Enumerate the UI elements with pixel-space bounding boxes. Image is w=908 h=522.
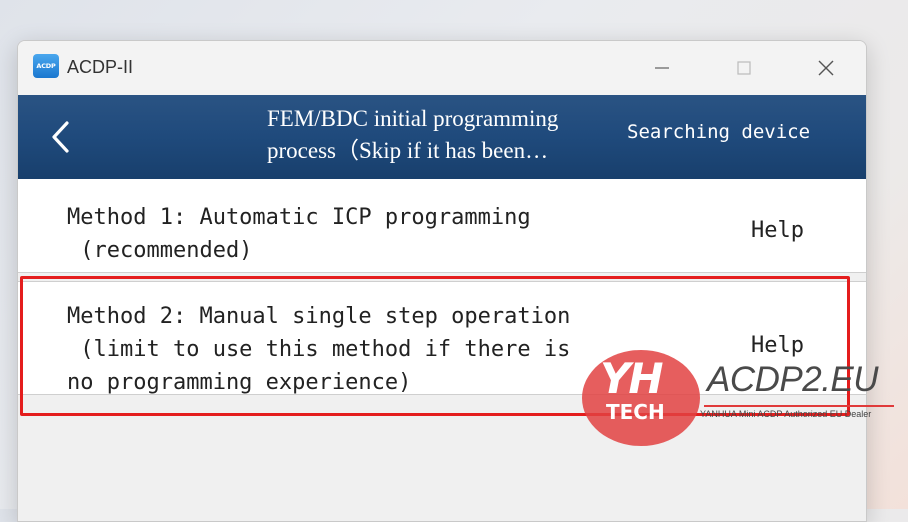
method-1-line-2: (recommended) <box>67 238 253 263</box>
watermark-tagline: YANHUA Mini ACDP Authorized EU Dealer <box>700 409 872 419</box>
maximize-icon <box>737 61 751 75</box>
chevron-left-icon <box>52 121 69 153</box>
page-title: FEM/BDC initial programming process（Skip… <box>267 103 622 167</box>
watermark: YH TECH ACDP2.EU YANHUA Mini ACDP Author… <box>580 350 908 450</box>
close-icon <box>818 60 834 76</box>
app-logo-icon: ACDP <box>33 54 59 78</box>
window-title: ACDP-II <box>67 57 134 77</box>
page-title-line-1: FEM/BDC initial programming <box>267 106 559 131</box>
device-status: Searching device <box>627 121 811 143</box>
maximize-button[interactable] <box>716 41 772 95</box>
watermark-brand: ACDP2.EU <box>707 360 879 399</box>
page-title-line-2: process（Skip if it has been… <box>267 138 549 163</box>
method-1-line-1: Method 1: Automatic ICP programming <box>67 205 531 230</box>
method-1-help-button[interactable]: Help <box>751 218 804 243</box>
page-header: FEM/BDC initial programming process（Skip… <box>18 95 866 179</box>
title-bar: ACDP ACDP-II <box>18 41 866 95</box>
back-button[interactable] <box>40 115 80 159</box>
method-1-item[interactable]: Method 1: Automatic ICP programming (rec… <box>18 179 866 273</box>
minimize-button[interactable] <box>634 41 690 95</box>
watermark-logo-word: TECH <box>606 400 665 424</box>
method-1-label: Method 1: Automatic ICP programming (rec… <box>67 201 531 267</box>
minimize-icon <box>655 67 669 69</box>
watermark-logo-letters: YH <box>600 354 664 403</box>
watermark-divider <box>704 405 894 407</box>
close-button[interactable] <box>798 41 854 95</box>
watermark-logo: YH TECH <box>582 350 700 446</box>
